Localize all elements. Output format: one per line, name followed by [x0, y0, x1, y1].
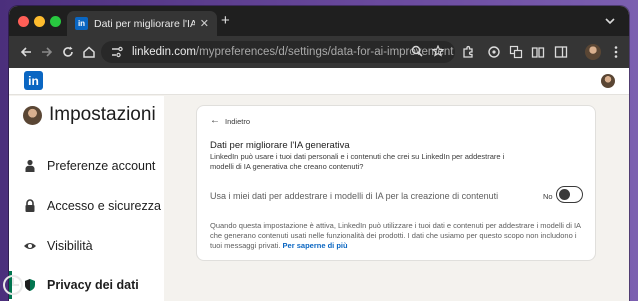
settings-card: ← Indietro Dati per migliorare l'IA gene… [197, 106, 595, 260]
eye-icon [23, 239, 37, 253]
footnote-text: Quando questa impostazione è attiva, Lin… [210, 221, 581, 250]
reload-icon[interactable] [61, 45, 75, 59]
browser-tab[interactable]: in Dati per migliorare l'IA generativa ✕ [67, 11, 217, 36]
linkedin-page: in Impostazioni Preferenze account Acces… [9, 68, 629, 301]
linkedin-logo-icon[interactable]: in [24, 71, 43, 90]
tab-title: Dati per migliorare l'IA generativa [94, 17, 195, 30]
back-label: Indietro [225, 116, 251, 126]
watermark-logo-icon [3, 275, 23, 295]
maximize-window-button[interactable] [50, 16, 61, 27]
browser-toolbar: linkedin.com/mypreferences/d/settings/da… [9, 36, 629, 68]
footnote: Quando questa impostazione è attiva, Lin… [210, 221, 582, 251]
setting-label: Usa i miei dati per addestrare i modelli… [210, 191, 499, 201]
address-bar[interactable]: linkedin.com/mypreferences/d/settings/da… [101, 41, 455, 63]
sidebar-item-preferenze-account[interactable]: Preferenze account [23, 155, 163, 177]
settings-sidebar: Impostazioni Preferenze account Accesso … [9, 96, 164, 301]
lock-icon [23, 199, 37, 213]
toggle-state-label: No [543, 192, 553, 201]
linkedin-favicon-icon: in [75, 17, 88, 30]
page-title: Dati per migliorare l'IA generativa [210, 140, 350, 151]
translate-icon[interactable] [509, 45, 523, 59]
learn-more-link[interactable]: Per saperne di più [283, 241, 348, 250]
sidebar-item-label: Preferenze account [47, 159, 156, 173]
reading-list-icon[interactable] [531, 45, 545, 59]
sidebar-item-label: Visibilità [47, 239, 93, 253]
ai-data-toggle[interactable] [556, 186, 583, 203]
extensions-icon[interactable] [461, 45, 475, 59]
browser-window: in Dati per migliorare l'IA generativa ✕… [9, 6, 629, 301]
home-icon[interactable] [82, 45, 96, 59]
card-description: LinkedIn può usare i tuoi dati personali… [210, 152, 505, 171]
avatar [23, 105, 42, 125]
minimize-window-button[interactable] [34, 16, 45, 27]
sidebar-title: Impostazioni [49, 104, 156, 125]
linkedin-avatar[interactable] [601, 74, 615, 88]
sidebar-item-accesso-e-sicurezza[interactable]: Accesso e sicurezza [23, 195, 163, 217]
sidebar-item-privacy-dei-dati[interactable]: Privacy dei dati [23, 274, 163, 296]
toggle-knob [559, 189, 570, 200]
back-arrow-icon[interactable] [19, 45, 33, 59]
close-window-button[interactable] [18, 16, 29, 27]
sidebar-icon[interactable] [554, 45, 568, 59]
new-tab-button[interactable]: + [221, 13, 230, 29]
profile-avatar[interactable] [585, 44, 601, 60]
media-icon[interactable] [487, 45, 501, 59]
linkedin-header: in [9, 68, 629, 95]
sidebar-header: Impostazioni [23, 104, 156, 126]
tab-strip: in Dati per migliorare l'IA generativa ✕… [9, 6, 629, 36]
back-link[interactable]: ← Indietro [210, 116, 250, 126]
forward-arrow-icon[interactable] [40, 45, 54, 59]
url-text: linkedin.com/mypreferences/d/settings/da… [132, 46, 454, 58]
sidebar-item-label: Privacy dei dati [47, 278, 139, 292]
zoom-icon[interactable] [411, 45, 423, 57]
close-tab-icon[interactable]: ✕ [200, 17, 209, 30]
sidebar-item-visibilita[interactable]: Visibilità [23, 235, 163, 257]
sidebar-item-label: Accesso e sicurezza [47, 199, 161, 213]
tab-search-icon[interactable] [603, 15, 617, 27]
star-icon[interactable] [432, 45, 444, 57]
shield-icon [23, 278, 37, 292]
url-host: linkedin.com [132, 46, 196, 58]
person-icon [23, 159, 37, 173]
menu-dots-icon[interactable] [609, 45, 623, 59]
back-arrow-icon: ← [210, 115, 220, 126]
site-info-icon[interactable] [111, 46, 123, 58]
